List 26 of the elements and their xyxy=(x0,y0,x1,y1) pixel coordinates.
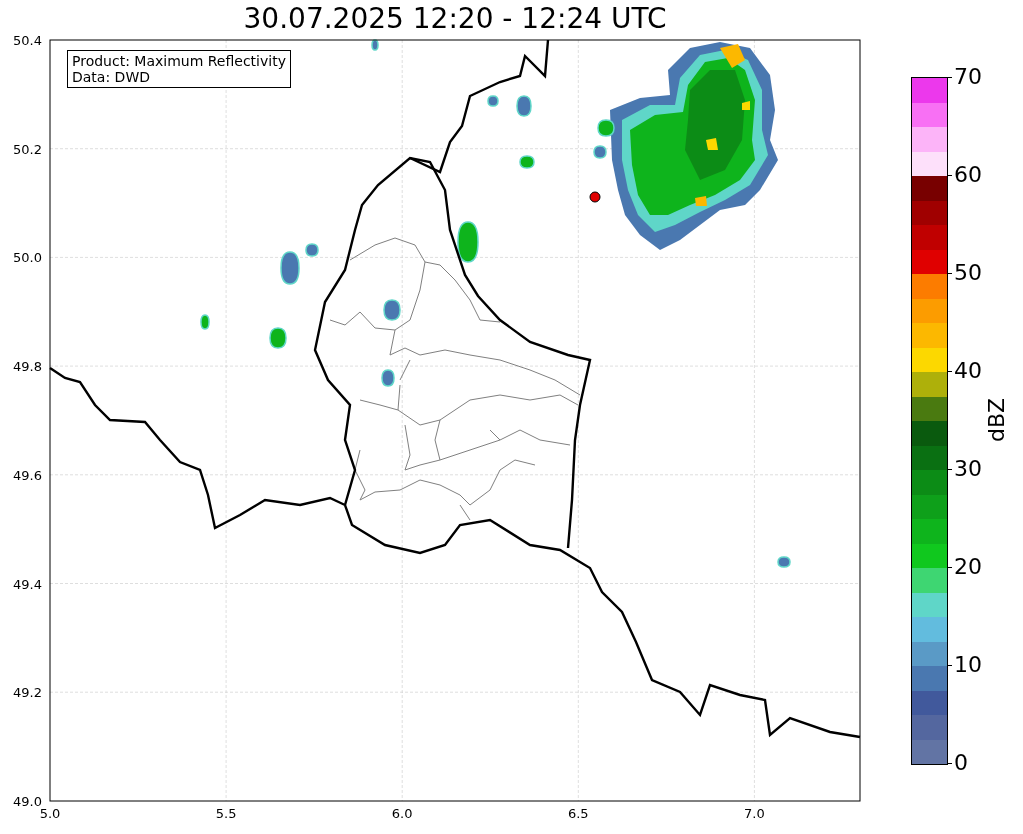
colorbar-tick-label: 60 xyxy=(954,163,982,187)
y-axis-tick-label: 50.4 xyxy=(13,33,42,48)
y-axis-tick-label: 50.0 xyxy=(13,250,42,266)
x-axis-tick-label: 5.5 xyxy=(215,806,237,821)
colorbar-tick-label: 40 xyxy=(954,359,982,383)
colorbar-label: dBZ xyxy=(985,397,1010,443)
y-axis-tick-label: 49.2 xyxy=(13,685,42,701)
colorbar-tick-label: 30 xyxy=(954,457,982,481)
info-text: Data: DWD xyxy=(72,69,151,85)
y-axis-tick-label: 49.4 xyxy=(13,576,42,592)
colorbar-tick-label: 0 xyxy=(954,751,968,775)
colorbar-tick-label: 50 xyxy=(954,261,982,285)
y-axis-tick-label: 49.0 xyxy=(13,793,42,809)
x-axis-tick-label: 6.0 xyxy=(391,806,413,821)
chart-title: 30.07.2025 12:20 - 12:24 UTC xyxy=(242,2,668,35)
x-axis-tick-label: 5.0 xyxy=(39,806,61,821)
x-axis-tick-label: 6.5 xyxy=(567,806,589,821)
y-axis-tick-label: 50.2 xyxy=(13,141,42,157)
colorbar-tick-label: 10 xyxy=(954,653,982,677)
y-axis-tick-label: 49.6 xyxy=(13,467,42,483)
location-marker xyxy=(589,191,601,203)
y-axis-tick-label: 49.8 xyxy=(13,359,42,375)
x-axis-tick-label: 7.0 xyxy=(744,806,765,821)
colorbar-tick-label: 70 xyxy=(954,65,982,89)
colorbar-tick-label: 20 xyxy=(954,555,982,579)
info-text: Product: Maximum Reflectivity xyxy=(72,53,286,69)
